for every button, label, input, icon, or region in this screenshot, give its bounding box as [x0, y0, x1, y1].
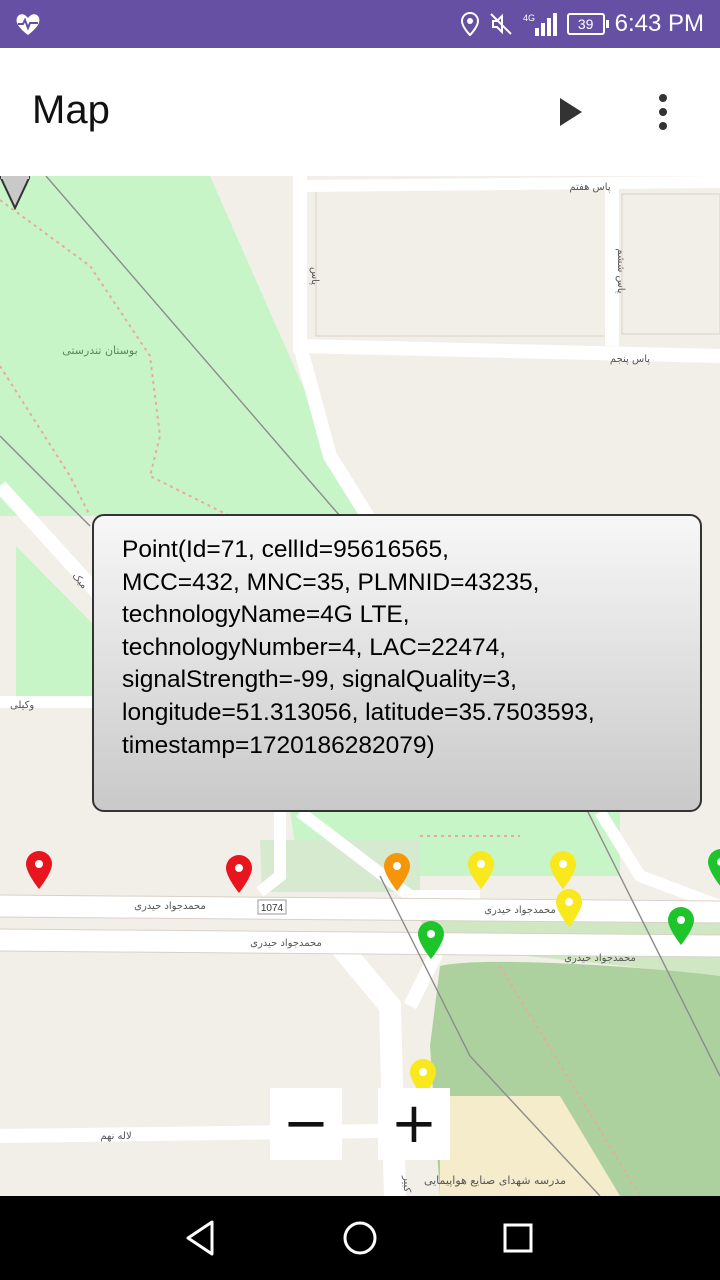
app-bar: Map	[0, 48, 720, 176]
status-bar: 4G 39 6:43 PM	[0, 0, 720, 48]
signal-icon: 4G	[523, 13, 557, 36]
street-label: محمدجواد حیدری	[484, 905, 556, 916]
street-label: پاس ششم	[615, 248, 626, 293]
street-label: پاس پنجم	[610, 354, 650, 365]
street-label: شهید کبیر	[401, 1175, 412, 1196]
play-icon	[560, 98, 582, 126]
marker-yellow[interactable]	[466, 850, 496, 890]
street-label: محمدجواد حیدری	[250, 938, 322, 949]
marker-green[interactable]	[666, 906, 696, 946]
zoom-in-label: +	[390, 1091, 438, 1156]
marker-red[interactable]	[224, 854, 254, 894]
popup-text: Point(Id=71, cellId=95616565, MCC=432, M…	[122, 536, 595, 759]
zoom-out-label: −	[282, 1091, 330, 1156]
more-vert-icon	[659, 94, 667, 130]
road-number: 1074	[261, 903, 284, 914]
marker-red[interactable]	[24, 850, 54, 890]
recents-icon[interactable]	[496, 1216, 540, 1260]
play-button[interactable]	[552, 92, 592, 132]
park-label: بوستان تندرستی	[62, 344, 137, 357]
back-icon[interactable]	[180, 1216, 224, 1260]
street-label: پاس	[309, 267, 320, 285]
street-label: محمدجواد حیدری	[564, 953, 636, 964]
map-view[interactable]: 1074 پاس هفتم پاس پاس ششم پاس پنجم بوستا…	[0, 176, 720, 1196]
heart-pulse-icon	[14, 10, 42, 38]
street-label: پاس هفتم	[569, 182, 610, 193]
battery-icon: 39	[566, 13, 609, 35]
mute-icon	[489, 13, 512, 35]
zoom-out-button[interactable]: −	[270, 1088, 342, 1160]
block	[315, 183, 607, 337]
marker-orange[interactable]	[382, 852, 412, 892]
home-icon[interactable]	[338, 1216, 382, 1260]
status-time: 6:43 PM	[614, 10, 704, 37]
status-icons: 4G 39 6:43 PM	[460, 8, 704, 40]
page-title: Map	[32, 88, 110, 132]
navigation-bar	[0, 1196, 720, 1280]
street-label: لاله نهم	[100, 1131, 131, 1142]
marker-green[interactable]	[706, 848, 720, 888]
network-type: 4G	[523, 13, 535, 23]
school-label: مدرسه شهدای صنایع هواپیمایی	[424, 1174, 566, 1187]
popup-tail	[0, 176, 30, 210]
street-label: وکیلی	[10, 700, 34, 711]
marker-green[interactable]	[416, 920, 446, 960]
block	[621, 193, 720, 335]
more-options-button[interactable]	[646, 92, 680, 132]
zoom-in-button[interactable]: +	[378, 1088, 450, 1160]
marker-yellow[interactable]	[548, 850, 578, 890]
marker-info-popup[interactable]: Point(Id=71, cellId=95616565, MCC=432, M…	[92, 514, 702, 812]
location-icon	[460, 12, 479, 36]
street-label: محمدجواد حیدری	[134, 901, 206, 912]
marker-yellow[interactable]	[554, 888, 584, 928]
battery-level: 39	[577, 16, 594, 32]
